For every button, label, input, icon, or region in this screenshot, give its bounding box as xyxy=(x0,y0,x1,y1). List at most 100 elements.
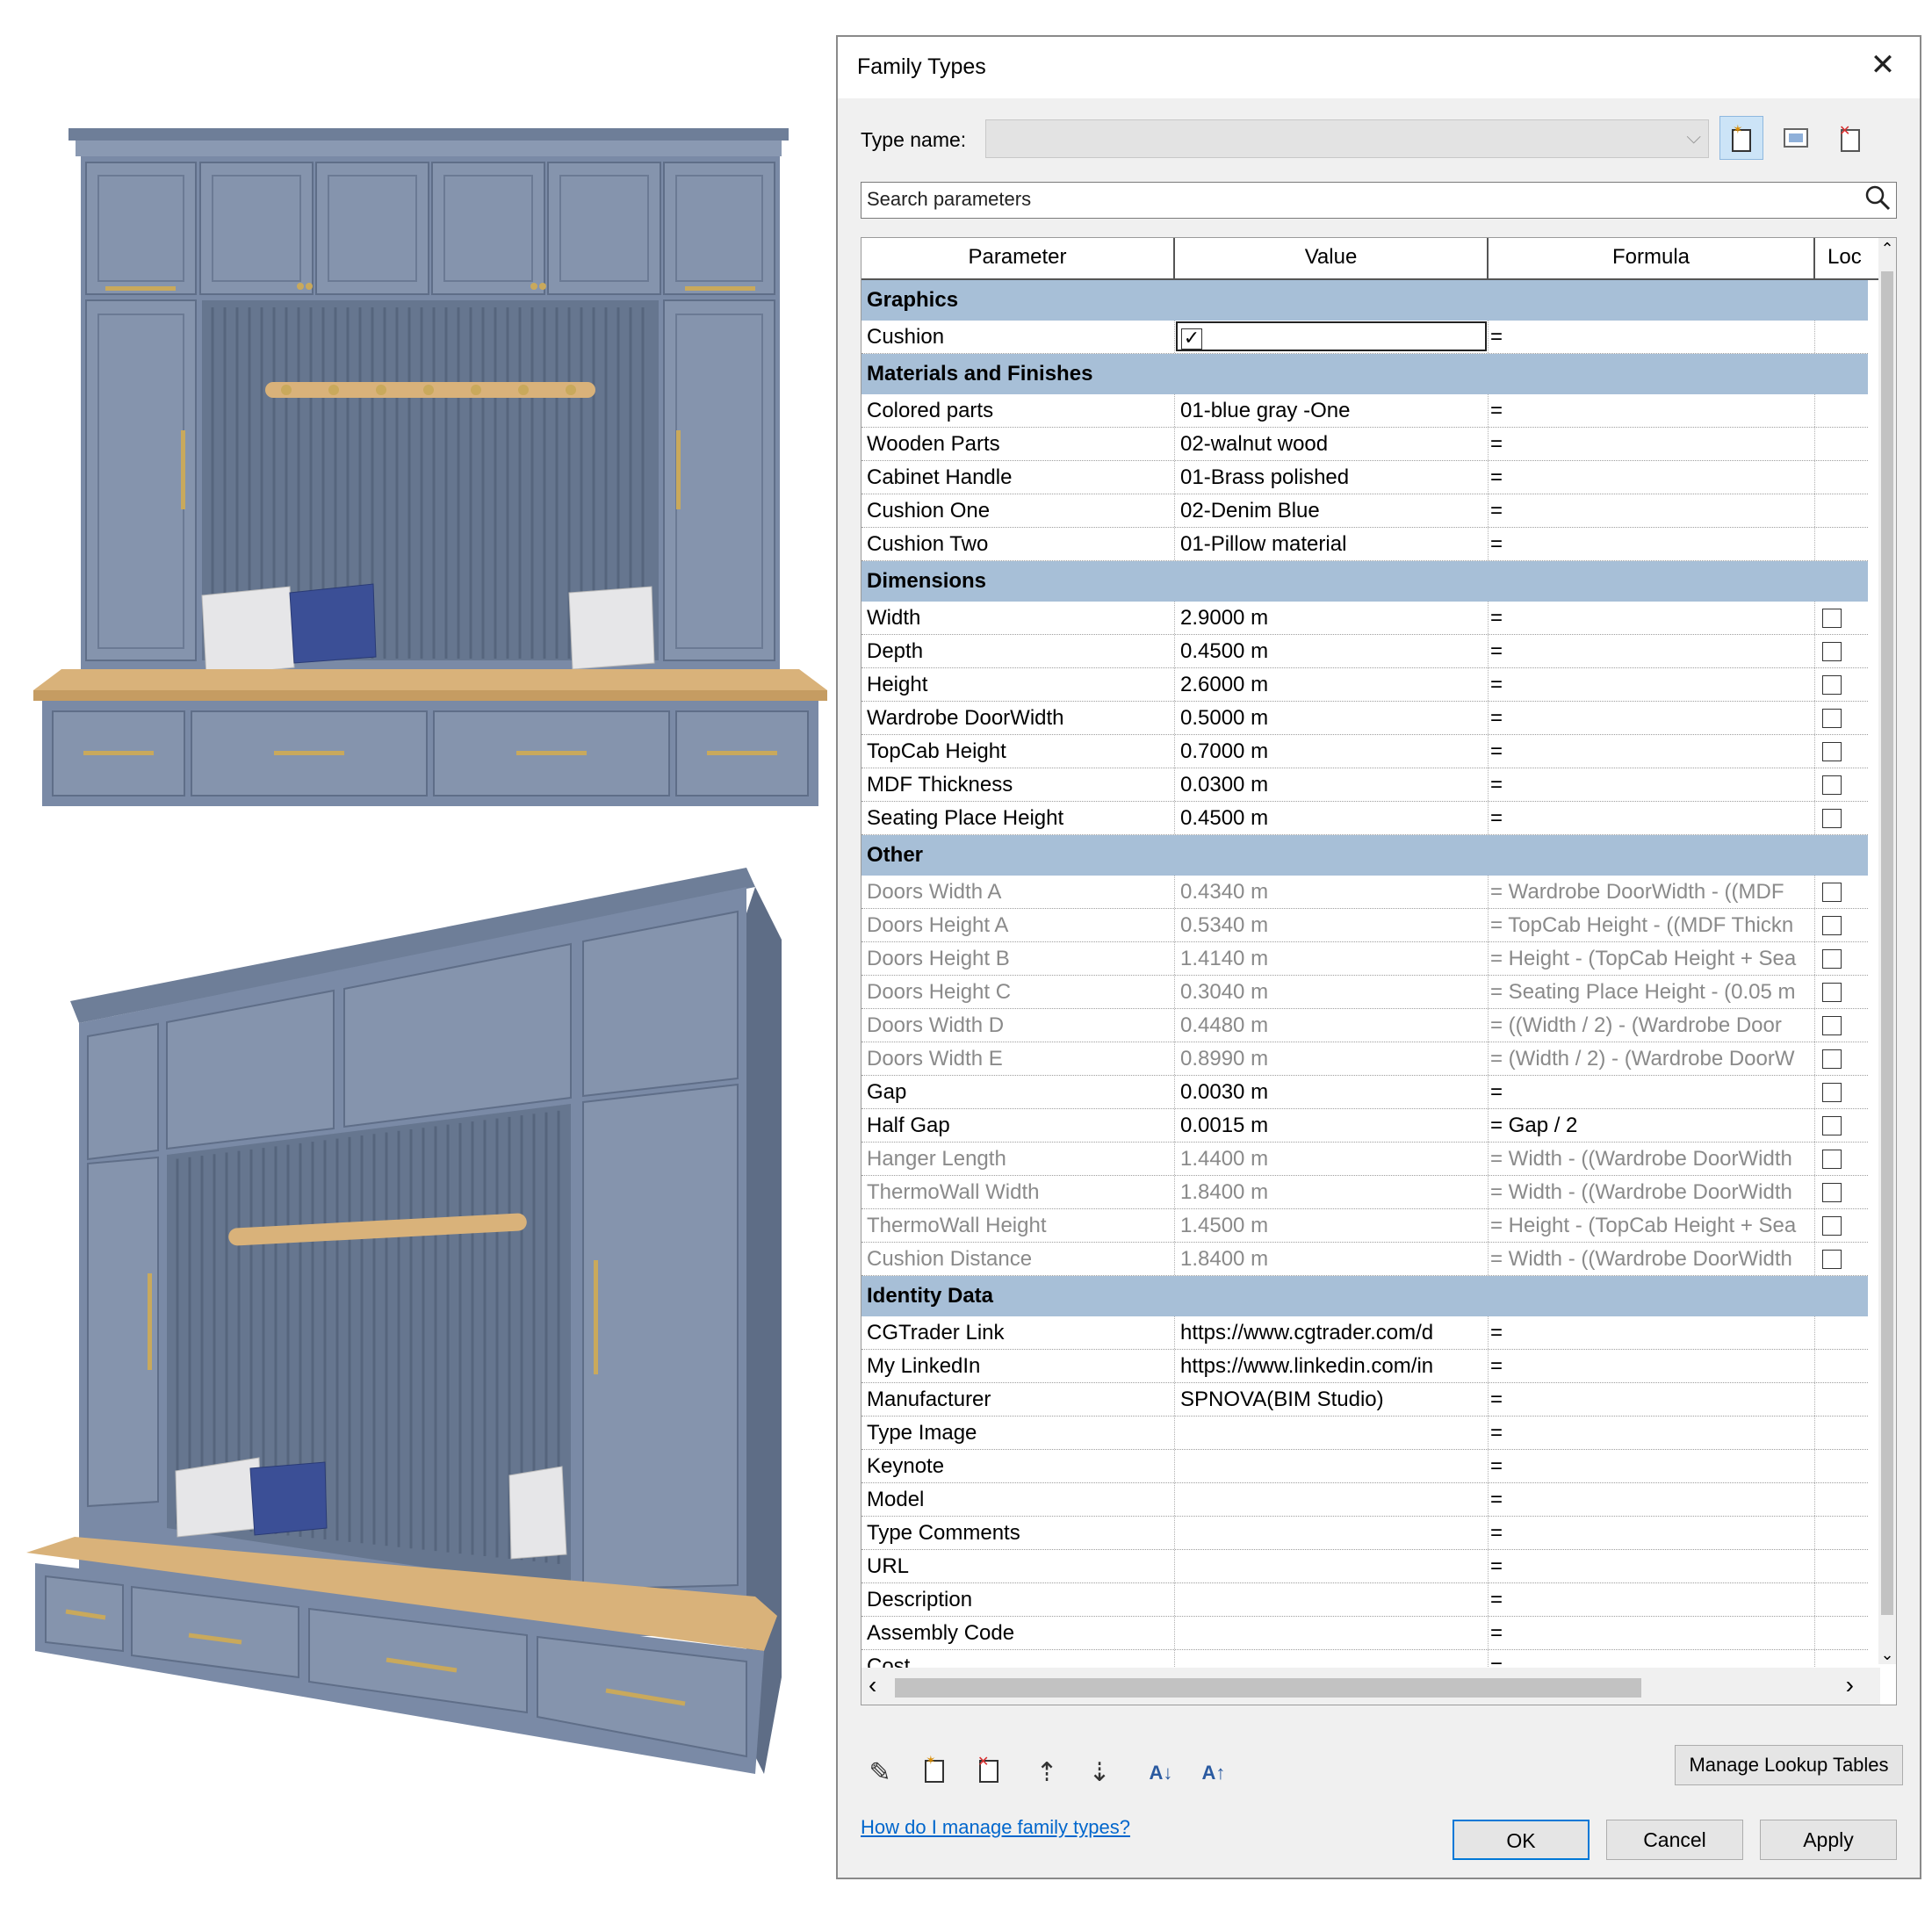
lock-checkbox[interactable] xyxy=(1822,775,1842,795)
parameter-formula[interactable]: = xyxy=(1489,802,1815,834)
parameter-value[interactable]: 0.0300 m xyxy=(1175,768,1489,801)
parameter-formula[interactable]: = xyxy=(1489,768,1815,801)
parameter-value[interactable] xyxy=(1175,1583,1489,1616)
parameter-formula[interactable]: = xyxy=(1489,428,1815,460)
parameter-formula[interactable]: = xyxy=(1489,528,1815,560)
sort-ascending-icon[interactable]: A↓ xyxy=(1142,1754,1180,1792)
parameter-value[interactable] xyxy=(1175,1517,1489,1549)
vertical-scrollbar[interactable]: ⌃ ⌄ xyxy=(1878,238,1896,1664)
parameter-row[interactable]: Cushion Two 01-Pillow material = xyxy=(861,528,1868,561)
col-header-value[interactable]: Value xyxy=(1175,238,1489,278)
parameter-formula[interactable]: = xyxy=(1489,1417,1815,1449)
parameter-value[interactable]: 0.5000 m xyxy=(1175,702,1489,734)
lock-checkbox[interactable] xyxy=(1822,1083,1842,1102)
parameter-formula[interactable]: = Wardrobe DoorWidth - ((MDF xyxy=(1489,876,1815,908)
parameter-value[interactable]: 0.5340 m xyxy=(1175,909,1489,941)
parameter-formula[interactable]: = xyxy=(1489,702,1815,734)
parameter-value[interactable] xyxy=(1175,1617,1489,1649)
parameter-value[interactable]: 01-blue gray -One xyxy=(1175,394,1489,427)
parameter-value[interactable]: 02-walnut wood xyxy=(1175,428,1489,460)
parameter-value[interactable]: 0.0015 m xyxy=(1175,1109,1489,1142)
parameter-value[interactable]: 1.4500 m xyxy=(1175,1209,1489,1242)
parameter-row[interactable]: TopCab Height 0.7000 m = xyxy=(861,735,1868,768)
parameter-row[interactable]: Cushion ✓ = xyxy=(861,321,1868,354)
parameter-value[interactable]: 0.4340 m xyxy=(1175,876,1489,908)
move-down-icon[interactable]: ⇣ xyxy=(1080,1754,1119,1792)
parameter-formula[interactable]: = Height - (TopCab Height + Sea xyxy=(1489,1209,1815,1242)
parameter-value[interactable] xyxy=(1175,1483,1489,1516)
lock-checkbox[interactable] xyxy=(1822,742,1842,761)
parameter-formula[interactable]: = Width - ((Wardrobe DoorWidth xyxy=(1489,1243,1815,1275)
parameter-value[interactable]: 01-Brass polished xyxy=(1175,461,1489,494)
scroll-down-icon[interactable]: ⌄ xyxy=(1878,1646,1896,1664)
lock-checkbox[interactable] xyxy=(1822,1049,1842,1069)
parameter-value[interactable]: 0.4500 m xyxy=(1175,802,1489,834)
parameter-formula[interactable]: = xyxy=(1489,1517,1815,1549)
parameter-row[interactable]: Description = xyxy=(861,1583,1868,1617)
parameter-formula[interactable]: = xyxy=(1489,1350,1815,1382)
parameter-formula[interactable]: = xyxy=(1489,1316,1815,1349)
parameter-row[interactable]: Seating Place Height 0.4500 m = xyxy=(861,802,1868,835)
group-header[interactable]: Graphics xyxy=(861,280,1868,321)
parameter-formula[interactable]: = xyxy=(1489,394,1815,427)
group-header[interactable]: Identity Data xyxy=(861,1276,1868,1316)
parameter-formula[interactable]: = xyxy=(1489,1583,1815,1616)
parameter-formula[interactable]: = Seating Place Height - (0.05 m xyxy=(1489,976,1815,1008)
parameter-formula[interactable]: = Height - (TopCab Height + Sea xyxy=(1489,942,1815,975)
parameter-formula[interactable]: = xyxy=(1489,494,1815,527)
parameter-row[interactable]: Wooden Parts 02-walnut wood = xyxy=(861,428,1868,461)
scroll-up-icon[interactable]: ⌃ xyxy=(1878,240,1896,258)
parameter-row[interactable]: Cabinet Handle 01-Brass polished = xyxy=(861,461,1868,494)
parameter-formula[interactable]: = xyxy=(1489,668,1815,701)
parameter-value[interactable] xyxy=(1175,1417,1489,1449)
parameter-value[interactable]: 2.6000 m xyxy=(1175,668,1489,701)
parameter-row[interactable]: Assembly Code = xyxy=(861,1617,1868,1650)
group-header[interactable]: Other xyxy=(861,835,1868,876)
parameter-value[interactable]: 0.7000 m xyxy=(1175,735,1489,768)
parameter-row[interactable]: ThermoWall Height 1.4500 m = Height - (Top… xyxy=(861,1209,1868,1243)
parameter-formula[interactable]: = Width - ((Wardrobe DoorWidth xyxy=(1489,1143,1815,1175)
parameter-row[interactable]: Model = xyxy=(861,1483,1868,1517)
parameter-row[interactable]: Doors Width E 0.8990 m = (Width / 2) - (Wa… xyxy=(861,1042,1868,1076)
parameter-row[interactable]: Depth 0.4500 m = xyxy=(861,635,1868,668)
help-link[interactable]: How do I manage family types? xyxy=(861,1816,1130,1839)
delete-parameter-icon[interactable]: ✕ xyxy=(970,1753,1008,1792)
cushion-checkbox[interactable]: ✓ xyxy=(1181,328,1202,350)
parameter-row[interactable]: Doors Width A 0.4340 m = Wardrobe DoorWidt… xyxy=(861,876,1868,909)
parameter-row[interactable]: Manufacturer SPNOVA(BIM Studio) = xyxy=(861,1383,1868,1417)
col-header-lock[interactable]: Loc xyxy=(1815,238,1884,278)
parameter-value[interactable]: 1.8400 m xyxy=(1175,1243,1489,1275)
parameter-formula[interactable]: = xyxy=(1489,1383,1815,1416)
parameter-formula[interactable]: = Gap / 2 xyxy=(1489,1109,1815,1142)
parameter-row[interactable]: Half Gap 0.0015 m = Gap / 2 xyxy=(861,1109,1868,1143)
parameter-value[interactable]: https://www.cgtrader.com/d xyxy=(1175,1316,1489,1349)
parameter-formula[interactable]: = ((Width / 2) - (Wardrobe Door xyxy=(1489,1009,1815,1042)
cancel-button[interactable]: Cancel xyxy=(1606,1820,1743,1860)
lock-checkbox[interactable] xyxy=(1822,1250,1842,1269)
parameter-row[interactable]: Wardrobe DoorWidth 0.5000 m = xyxy=(861,702,1868,735)
parameter-formula[interactable]: = xyxy=(1489,461,1815,494)
lock-checkbox[interactable] xyxy=(1822,642,1842,661)
new-type-icon[interactable]: ✶ xyxy=(1719,116,1763,160)
group-header[interactable]: Materials and Finishes xyxy=(861,354,1868,394)
parameter-value[interactable]: 0.8990 m xyxy=(1175,1042,1489,1075)
lock-checkbox[interactable] xyxy=(1822,1116,1842,1135)
new-parameter-icon[interactable]: ✶ xyxy=(915,1754,954,1792)
parameter-formula[interactable]: = xyxy=(1489,1550,1815,1582)
parameter-value[interactable]: 1.4140 m xyxy=(1175,942,1489,975)
delete-type-icon[interactable]: ✕ xyxy=(1828,116,1872,160)
close-icon[interactable]: ✕ xyxy=(1865,47,1900,83)
apply-button[interactable]: Apply xyxy=(1760,1820,1897,1860)
parameter-formula[interactable]: = xyxy=(1489,635,1815,667)
lock-checkbox[interactable] xyxy=(1822,949,1842,969)
parameter-value[interactable] xyxy=(1175,1450,1489,1482)
parameter-value[interactable]: 0.4500 m xyxy=(1175,635,1489,667)
lock-checkbox[interactable] xyxy=(1822,916,1842,935)
parameter-formula[interactable]: = xyxy=(1489,1076,1815,1108)
parameter-value[interactable]: ✓ xyxy=(1175,321,1489,353)
col-header-parameter[interactable]: Parameter xyxy=(861,238,1175,278)
parameter-row[interactable]: Cushion One 02-Denim Blue = xyxy=(861,494,1868,528)
group-header[interactable]: Dimensions xyxy=(861,561,1868,602)
search-input[interactable] xyxy=(861,183,1838,216)
ok-button[interactable]: OK xyxy=(1453,1820,1590,1860)
